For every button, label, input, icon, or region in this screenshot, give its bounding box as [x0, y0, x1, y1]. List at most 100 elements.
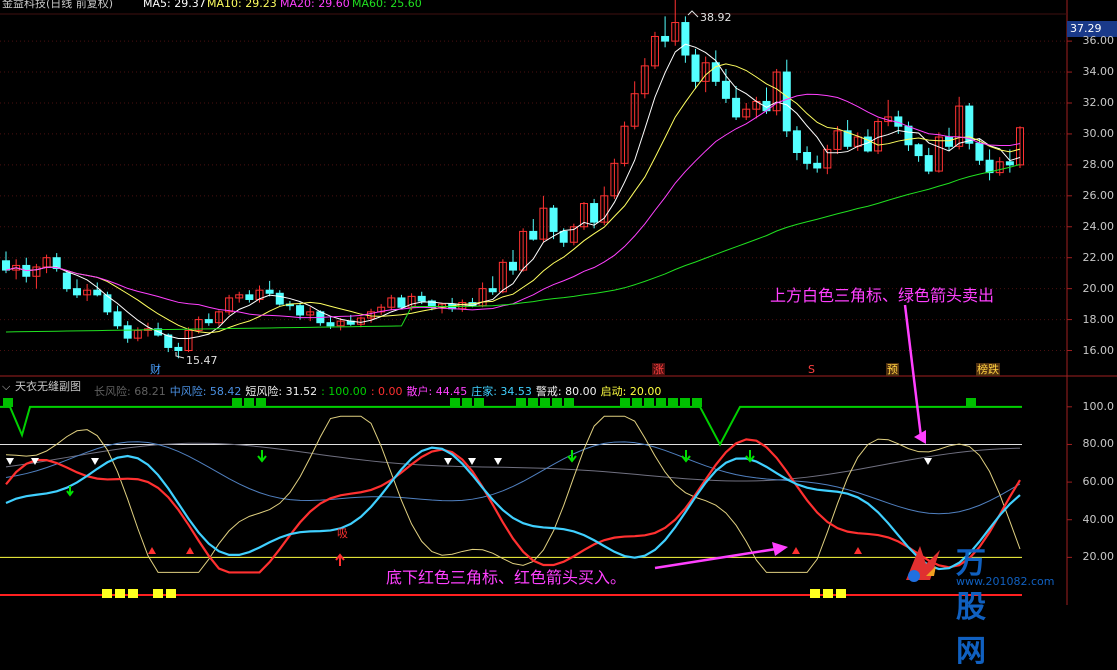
candle-body — [549, 207, 558, 232]
indicator-readout: 警戒: 80.00 — [535, 385, 597, 398]
buy-pointer-head-icon — [772, 542, 788, 556]
signal-box-green — [540, 398, 550, 407]
marker-yu[interactable]: 预 — [886, 363, 899, 376]
short-risk-line — [5, 415, 1021, 573]
signal-box-green — [516, 398, 526, 407]
candle-body — [123, 325, 132, 339]
signal-box-green — [256, 398, 266, 407]
signal-box-green — [632, 398, 642, 407]
candle-body — [509, 261, 517, 271]
candle-body — [681, 22, 690, 56]
candle-body — [813, 162, 822, 169]
candle-body — [904, 125, 913, 146]
price-tick-label: 30.00 — [1082, 126, 1115, 140]
candle-body — [559, 230, 568, 243]
candle-body — [945, 136, 954, 147]
indicator-readout: 短风险: 31.52 — [245, 385, 318, 398]
candle-body — [721, 80, 730, 99]
signal-box-green — [966, 398, 976, 407]
price-tick-label: 18.00 — [1082, 312, 1115, 326]
indicator-readout: : 100.00 — [321, 385, 367, 398]
candle-body — [326, 322, 335, 327]
candle-body — [529, 230, 538, 240]
signal-box-green — [668, 398, 678, 407]
signal-box-green — [450, 398, 460, 407]
signal-box-green — [3, 398, 13, 407]
candle-body — [661, 35, 670, 42]
candle-body — [985, 159, 994, 174]
signal-box-yellow — [128, 589, 138, 598]
buy-triangle-icon — [186, 547, 194, 554]
sub-tick-label: 100.0 — [1082, 399, 1115, 413]
marker-s[interactable]: S — [808, 363, 815, 376]
low-pointer — [175, 352, 185, 359]
marker-bang[interactable]: 榜跌 — [976, 363, 1000, 376]
price-tick-label: 20.00 — [1082, 281, 1115, 295]
subchart-toggle-icon[interactable]: ⌵ — [2, 380, 10, 393]
signal-box-green — [552, 398, 562, 407]
price-tick-label: 32.00 — [1082, 95, 1115, 109]
candle-body — [732, 97, 741, 118]
price-tick-label: 36.00 — [1082, 34, 1115, 48]
brand-logo-icon — [900, 540, 946, 586]
candle-body — [93, 289, 102, 296]
marker-cai[interactable]: 财 — [150, 363, 161, 376]
price-tick-label: 34.00 — [1082, 65, 1115, 79]
retail-line — [5, 438, 1021, 574]
signal-box-yellow — [810, 589, 820, 598]
signal-box-green — [644, 398, 654, 407]
sell-annotation: 上方白色三角标、绿色箭头卖出 — [770, 286, 995, 305]
signal-box-green — [244, 398, 254, 407]
green-100-line — [0, 405, 1022, 447]
candle-body — [174, 346, 183, 352]
candle-body — [924, 155, 933, 172]
signal-box-yellow — [102, 589, 112, 598]
buy-triangle-icon — [148, 547, 156, 554]
sell-triangle-icon — [468, 458, 476, 465]
current-price: 37.29 — [1070, 22, 1102, 35]
sell-triangle-icon — [6, 458, 14, 465]
candle-body — [914, 144, 923, 157]
signal-box-green — [564, 398, 574, 407]
candle-body — [417, 295, 426, 302]
candle-body — [275, 292, 284, 305]
signal-box-yellow — [115, 589, 125, 598]
buy-arrow-icon — [335, 553, 345, 566]
signal-box-yellow — [823, 589, 833, 598]
brand-name: 万股网 — [956, 546, 986, 669]
signal-box-green — [528, 398, 538, 407]
subchart-title: 天衣无缝副图 — [15, 380, 81, 393]
candle-body — [72, 288, 81, 296]
signal-box-yellow — [836, 589, 846, 598]
price-tick-label: 22.00 — [1082, 250, 1115, 264]
sub-tick-label: 40.00 — [1082, 512, 1115, 526]
ma60-line — [5, 163, 1021, 333]
sell-triangle-icon — [444, 458, 452, 465]
indicator-readout: 启动: 20.00 — [600, 385, 662, 398]
signal-box-yellow — [153, 589, 163, 598]
candle-body — [397, 297, 406, 308]
sell-pointer-line — [903, 304, 923, 438]
ma10-readout: MA10: 29.23 — [207, 0, 277, 10]
ma5-readout: MA5: 29.37 — [143, 0, 206, 10]
buy-pointer-line — [654, 547, 777, 570]
candle-body — [782, 71, 791, 132]
signal-box-green — [620, 398, 630, 407]
stock-chart-window[interactable]: 金益科技(日线 前复权) MA5: 29.37 MA10: 29.23 MA20… — [0, 0, 1117, 669]
candle-body — [590, 203, 599, 223]
sell-triangle-icon — [494, 458, 502, 465]
candle-body — [691, 54, 700, 82]
ma60-readout: MA60: 25.60 — [352, 0, 422, 10]
signal-box-green — [680, 398, 690, 407]
signal-box-green — [462, 398, 472, 407]
indicator-readout: 庄家: 34.53 — [471, 385, 532, 398]
sell-triangle-icon — [924, 458, 932, 465]
candle-body — [803, 152, 812, 164]
peak-price-label: 38.92 — [700, 11, 732, 24]
candle-body — [296, 305, 305, 316]
buy-triangle-icon — [854, 547, 862, 554]
marker-zhang[interactable]: 涨 — [652, 363, 665, 376]
candle-body — [62, 272, 71, 290]
indicator-readout: 长风险: 68.21 — [94, 385, 166, 398]
ma20-readout: MA20: 29.60 — [280, 0, 350, 10]
